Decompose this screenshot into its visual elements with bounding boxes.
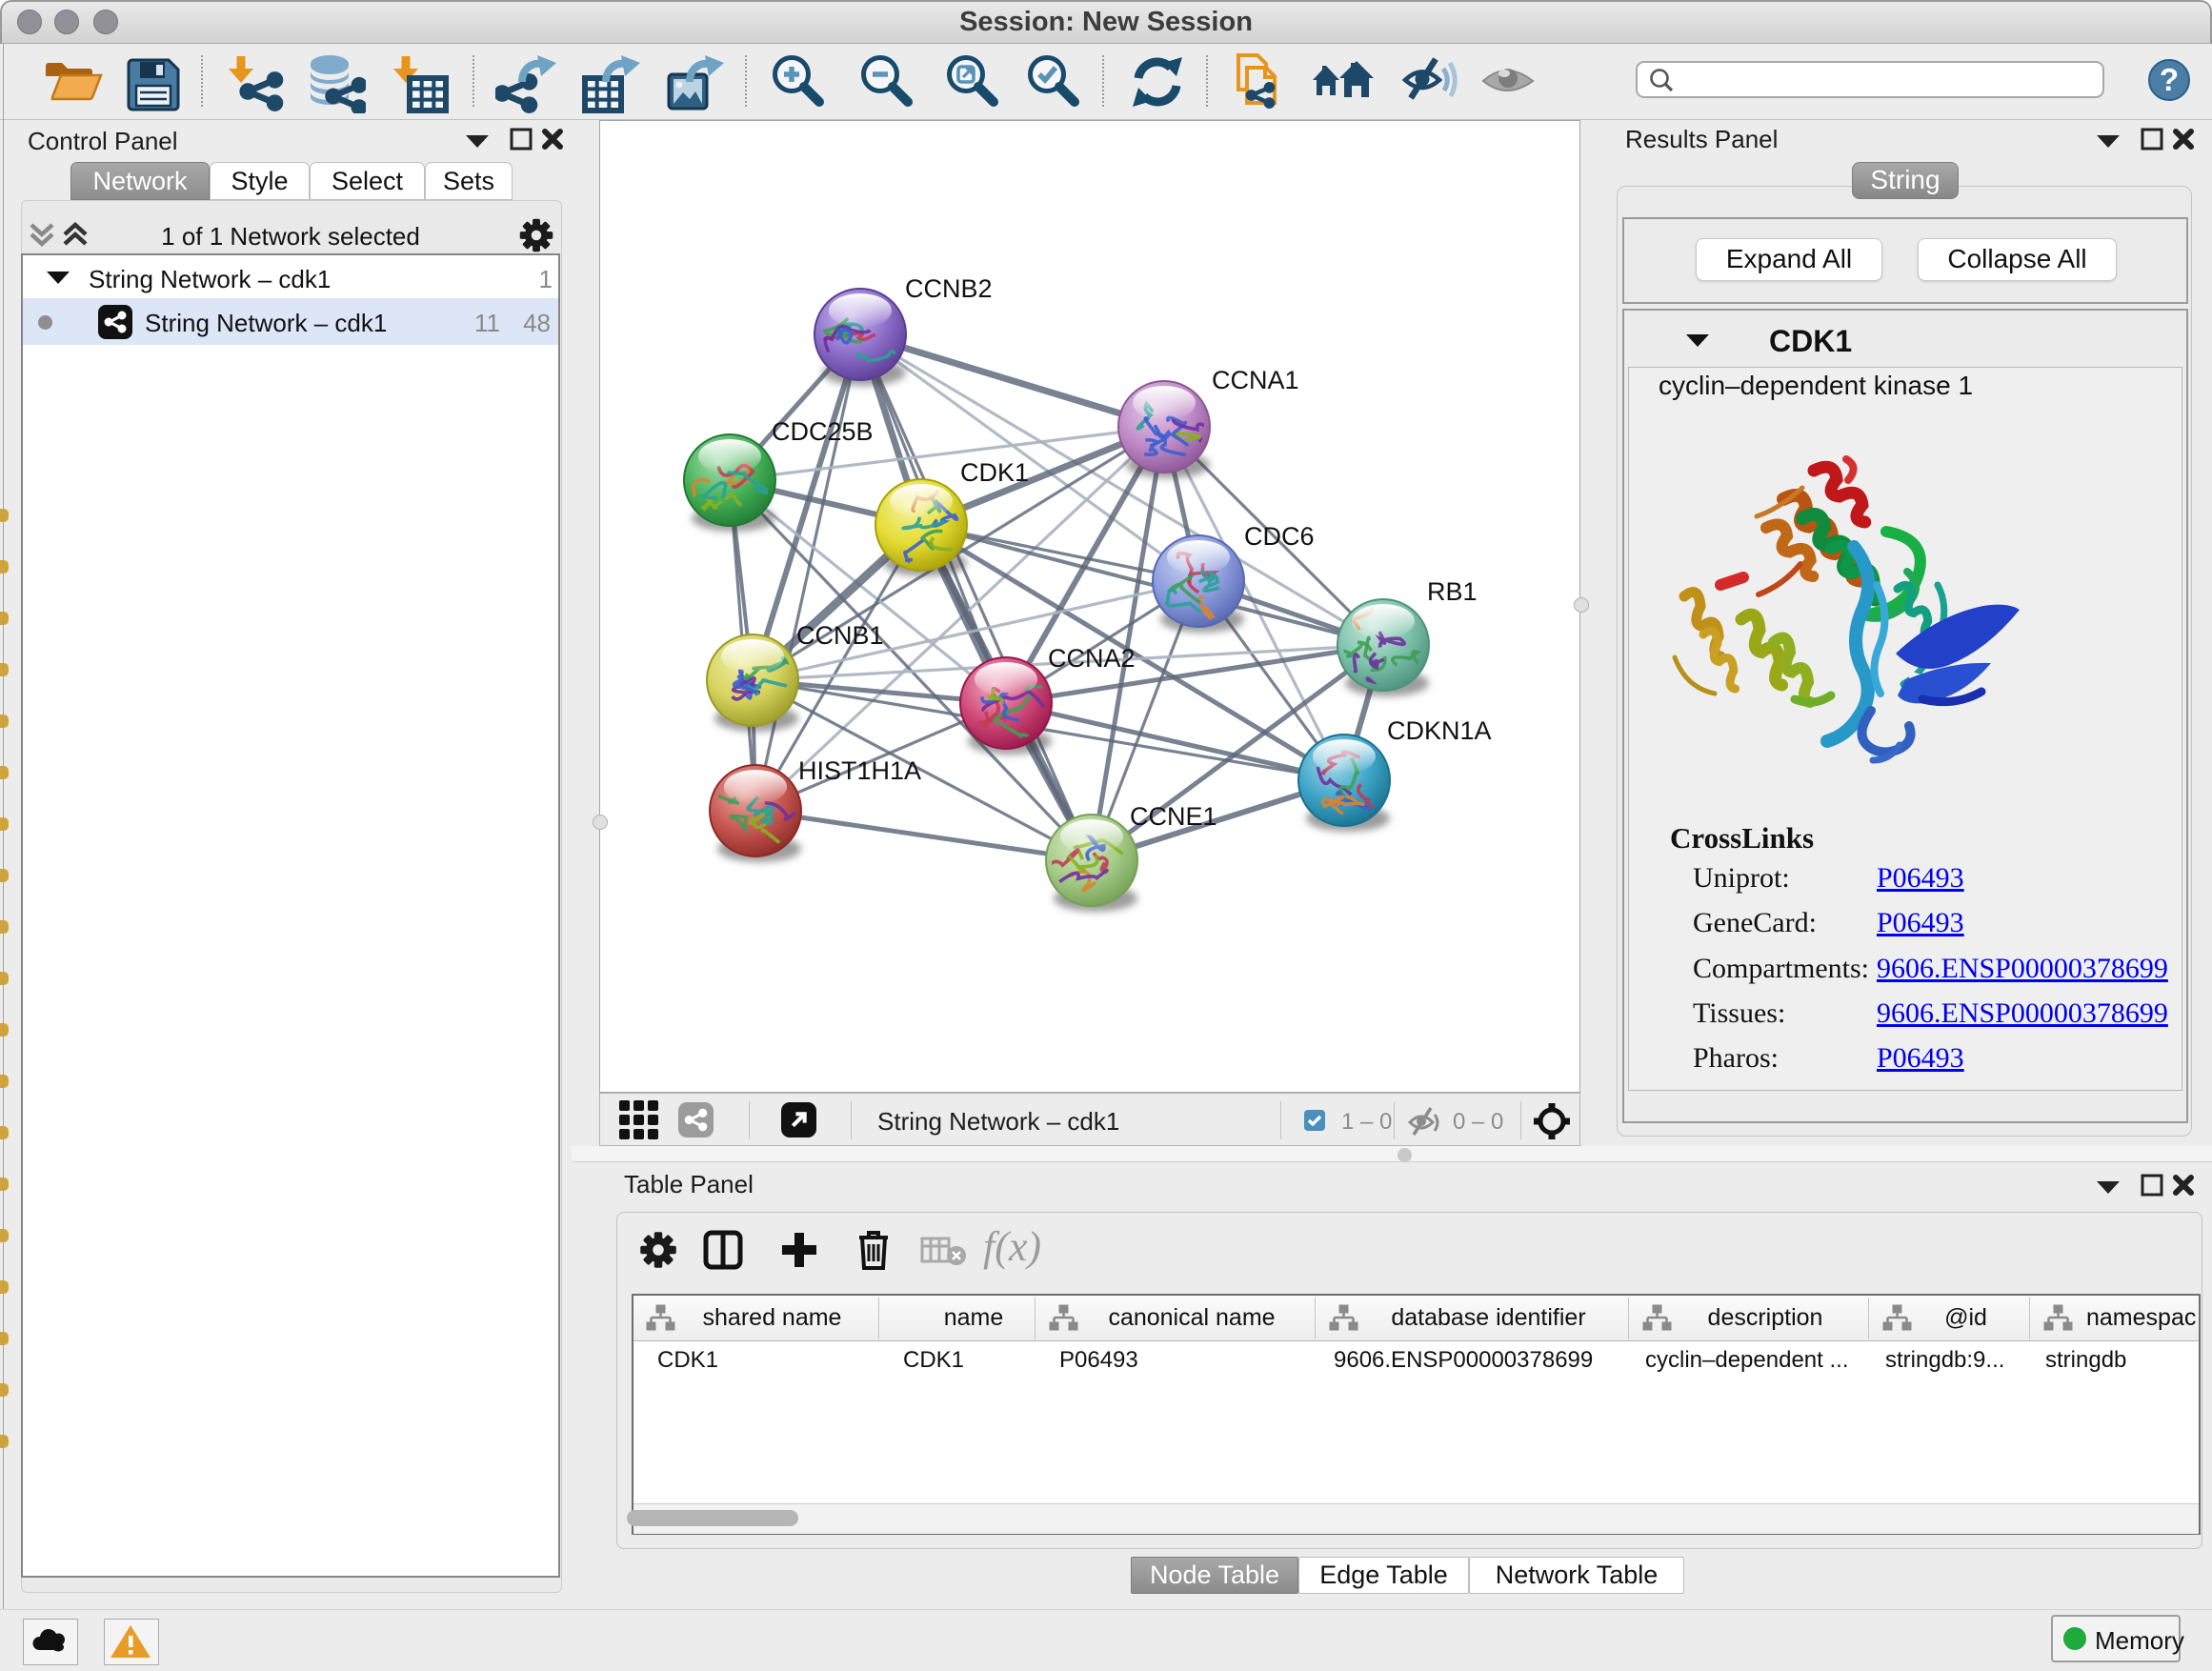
svg-text:CDK1: CDK1	[960, 458, 1029, 487]
svg-text:HIST1H1A: HIST1H1A	[798, 756, 921, 785]
svg-text:CDC6: CDC6	[1244, 522, 1315, 551]
svg-text:RB1: RB1	[1427, 577, 1478, 606]
svg-text:CCNB2: CCNB2	[905, 274, 993, 303]
svg-text:CDC25B: CDC25B	[772, 417, 874, 446]
svg-text:CCNA1: CCNA1	[1212, 366, 1299, 394]
svg-text:CDKN1A: CDKN1A	[1387, 716, 1492, 745]
svg-text:CCNB1: CCNB1	[796, 621, 884, 650]
svg-text:CCNA2: CCNA2	[1048, 644, 1136, 673]
svg-text:CCNE1: CCNE1	[1130, 802, 1217, 831]
